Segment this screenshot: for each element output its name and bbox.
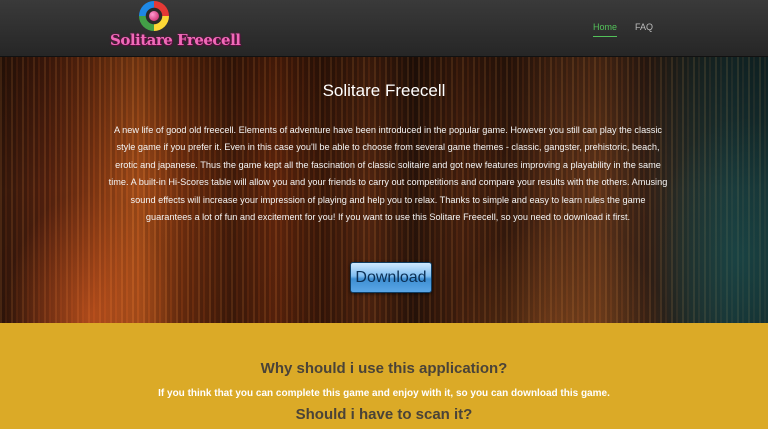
hero-title: Solitare Freecell [322, 81, 446, 100]
site-header: Solitare Freecell Home FAQ [0, 0, 768, 57]
nav-home-link[interactable]: Home [593, 22, 618, 37]
why-use-heading: Why should i use this application? [260, 360, 508, 377]
why-use-text: If you think that you can complete this … [158, 388, 610, 399]
logo-ball-icon [149, 11, 159, 21]
download-button[interactable]: Download [350, 262, 432, 293]
scan-heading: Should i have to scan it? [295, 406, 473, 423]
logo[interactable]: Solitare Freecell [110, 0, 241, 54]
hero-section: Solitare Freecell A new life of good old… [0, 57, 768, 323]
info-section: Why should i use this application? If yo… [0, 323, 768, 429]
logo-text: Solitare Freecell [110, 31, 241, 49]
nav-faq-link[interactable]: FAQ [635, 22, 653, 32]
hero-description: A new life of good old freecell. Element… [108, 125, 668, 223]
